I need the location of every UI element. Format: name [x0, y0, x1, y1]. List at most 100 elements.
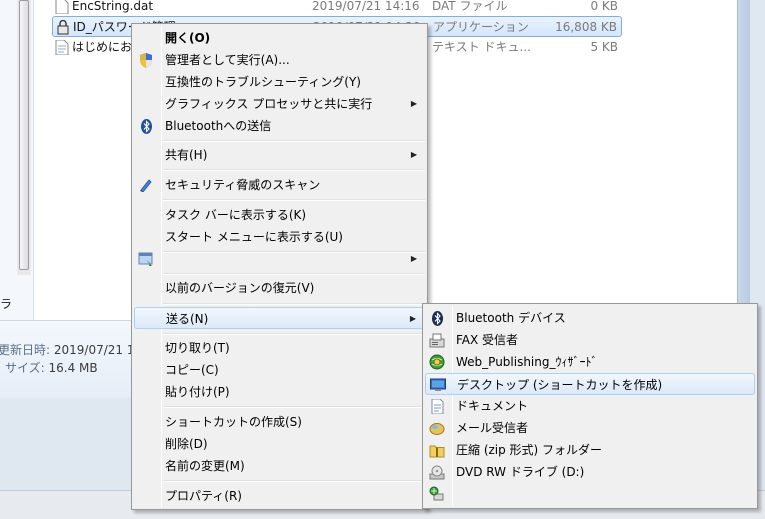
sendto-mail[interactable]: メール受信者: [425, 417, 755, 439]
menu-bluetooth-label: Bluetoothへの送信: [165, 119, 272, 133]
web-publishing-icon: [429, 354, 445, 370]
network-icon: [429, 486, 445, 502]
detail-updated: 更新日時: 2019/07/21 1: [0, 341, 135, 358]
menu-separator: [163, 140, 425, 142]
sendto-zip-label: 圧縮 (zip 形式) フォルダー: [456, 443, 603, 457]
file-date: 2019/07/21 14:16: [312, 0, 420, 13]
sendto-desktop-label: デスクトップ (ショートカットを作成): [457, 378, 663, 392]
file-size: 16,808 KB: [555, 20, 617, 34]
menu-send-bluetooth[interactable]: Bluetoothへの送信: [134, 115, 425, 137]
menu-run-as-admin[interactable]: 管理者として実行(A)...: [134, 49, 425, 71]
app-shortcut-icon: [138, 251, 154, 267]
menu-gpu-label: グラフィックス プロセッサと共に実行: [165, 97, 373, 111]
sendto-fax-label: FAX 受信者: [456, 333, 519, 347]
menu-pin-start[interactable]: スタート メニューに表示する(U): [134, 226, 425, 248]
menu-pin-start-label: スタート メニューに表示する(U): [165, 230, 343, 244]
file-row[interactable]: EncString.dat 2019/07/21 14:16 DAT ファイル …: [52, 0, 622, 17]
menu-copy-label: コピー(C): [165, 363, 219, 377]
bluetooth-icon: [138, 118, 154, 134]
menu-delete[interactable]: 削除(D): [134, 433, 425, 455]
sendto-web-publishing-label: Web_Publishing_ｳｨｻﾞｰﾄﾞ: [456, 355, 598, 369]
lock-app-icon: [57, 20, 69, 35]
file-type: DAT ファイル: [432, 0, 508, 13]
document-icon: [429, 398, 445, 414]
menu-cut-label: 切り取り(T): [165, 341, 230, 355]
sendto-bluetooth-label: Bluetooth デバイス: [456, 311, 566, 325]
detail-size-label: サイズ:: [5, 361, 45, 375]
submenu-arrow-icon: ▶: [410, 150, 417, 159]
uac-shield-icon: [138, 52, 154, 68]
sendto-dvd[interactable]: DVD RW ドライブ (D:): [425, 461, 755, 483]
nav-item-fragment[interactable]: ラ: [0, 295, 12, 312]
menu-separator: [163, 169, 425, 171]
menu-security-scan-label: セキュリティ脅威のスキャン: [165, 178, 321, 192]
file-name: はじめにお: [72, 40, 133, 54]
menu-paste[interactable]: 貼り付け(P): [134, 381, 425, 403]
file-size: 5 KB: [590, 40, 618, 54]
bluetooth-icon: [429, 310, 445, 326]
detail-updated-label: 更新日時:: [0, 343, 51, 357]
menu-create-shortcut-label: ショートカットの作成(S): [165, 415, 302, 429]
menu-separator: [163, 273, 425, 275]
mail-icon: [429, 420, 445, 436]
menu-app-submenu[interactable]: ▶: [134, 248, 425, 270]
scan-pen-icon: [138, 177, 154, 193]
file-type: アプリケーション: [433, 20, 529, 34]
menu-delete-label: 削除(D): [165, 437, 208, 451]
menu-separator: [163, 199, 425, 201]
nav-scrollbar-thumb[interactable]: [19, 0, 29, 270]
dat-file-icon: [55, 0, 69, 14]
menu-separator: [163, 333, 425, 335]
menu-rename[interactable]: 名前の変更(M): [134, 455, 425, 477]
menu-open-label: 開く(O): [165, 31, 211, 45]
sendto-network[interactable]: [425, 483, 755, 505]
menu-share-label: 共有(H): [165, 148, 208, 162]
context-menu: 開く(O) 管理者として実行(A)... 互換性のトラブルシューティング(Y) …: [131, 23, 428, 510]
menu-properties[interactable]: プロパティ(R): [134, 485, 425, 507]
menu-rename-label: 名前の変更(M): [165, 459, 245, 473]
menu-send-to[interactable]: 送る(N) ▶: [134, 307, 425, 329]
zip-folder-icon: [429, 442, 445, 458]
menu-send-to-label: 送る(N): [166, 312, 209, 326]
menu-properties-label: プロパティ(R): [165, 489, 242, 503]
menu-paste-label: 貼り付け(P): [165, 385, 230, 399]
sendto-bluetooth[interactable]: Bluetooth デバイス: [425, 307, 755, 329]
sendto-mail-label: メール受信者: [456, 421, 529, 435]
dvd-drive-icon: [429, 464, 445, 480]
menu-pin-taskbar[interactable]: タスク バーに表示する(K): [134, 204, 425, 226]
file-type: テキスト ドキュ...: [432, 40, 531, 54]
menu-copy[interactable]: コピー(C): [134, 359, 425, 381]
menu-run-as-admin-label: 管理者として実行(A)...: [165, 53, 290, 67]
menu-run-with-gpu[interactable]: グラフィックス プロセッサと共に実行 ▶: [134, 93, 425, 115]
menu-separator: [163, 303, 425, 305]
menu-security-scan[interactable]: セキュリティ脅威のスキャン: [134, 174, 425, 196]
nav-scrollbar[interactable]: [17, 0, 31, 275]
detail-size: サイズ: 16.4 MB: [5, 359, 98, 376]
fax-icon: [429, 332, 445, 348]
menu-compat-troubleshoot[interactable]: 互換性のトラブルシューティング(Y): [134, 71, 425, 93]
sendto-desktop[interactable]: デスクトップ (ショートカットを作成): [425, 373, 755, 395]
detail-updated-value: 2019/07/21 1: [53, 343, 135, 357]
menu-separator: [163, 480, 425, 482]
menu-cut[interactable]: 切り取り(T): [134, 337, 425, 359]
menu-separator: [163, 406, 425, 408]
submenu-arrow-icon: ▶: [409, 314, 416, 323]
menu-pin-taskbar-label: タスク バーに表示する(K): [165, 208, 307, 222]
menu-restore-previous[interactable]: 以前のバージョンの復元(V): [134, 277, 425, 299]
menu-create-shortcut[interactable]: ショートカットの作成(S): [134, 411, 425, 433]
send-to-submenu: Bluetooth デバイス FAX 受信者 Web_Publishing_ｳｨ…: [422, 303, 758, 509]
desktop-icon: [430, 377, 446, 393]
menu-restore-label: 以前のバージョンの復元(V): [165, 281, 315, 295]
submenu-arrow-icon: ▶: [410, 99, 417, 108]
menu-open[interactable]: 開く(O): [134, 27, 425, 49]
sendto-zip[interactable]: 圧縮 (zip 形式) フォルダー: [425, 439, 755, 461]
detail-size-value: 16.4 MB: [48, 361, 98, 375]
sendto-fax[interactable]: FAX 受信者: [425, 329, 755, 351]
menu-compat-label: 互換性のトラブルシューティング(Y): [165, 75, 361, 89]
file-size: 0 KB: [590, 0, 618, 13]
sendto-documents[interactable]: ドキュメント: [425, 395, 755, 417]
text-file-icon: [55, 40, 69, 55]
sendto-dvd-label: DVD RW ドライブ (D:): [456, 465, 585, 479]
sendto-web-publishing[interactable]: Web_Publishing_ｳｨｻﾞｰﾄﾞ: [425, 351, 755, 373]
menu-share[interactable]: 共有(H) ▶: [134, 144, 425, 166]
